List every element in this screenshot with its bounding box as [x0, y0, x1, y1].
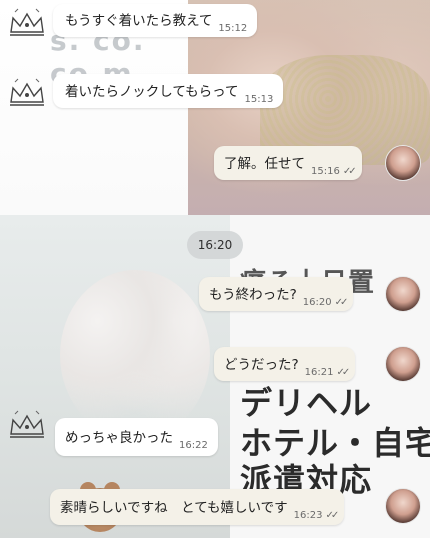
read-check-icon: ✓✓ — [342, 166, 357, 177]
message-text: どうだった? — [224, 357, 299, 373]
message-time: 15:13 — [244, 94, 274, 105]
message-bubble-incoming[interactable]: めっちゃ良かった 16:22 — [55, 418, 218, 456]
date-divider: 16:20 — [187, 231, 243, 259]
message-text: もう終わった? — [209, 287, 297, 303]
message-bubble-outgoing[interactable]: もう終わった? 16:20 ✓✓ — [199, 277, 354, 311]
message-text: 了解。任せて — [224, 156, 305, 172]
message-text: 素晴らしいですね とても嬉しいです — [60, 500, 288, 516]
message-time: 16:20 ✓✓ — [302, 297, 349, 308]
read-check-icon: ✓✓ — [325, 510, 339, 521]
user-avatar[interactable] — [385, 346, 421, 382]
message-bubble-incoming[interactable]: もうすぐ着いたら教えて 15:12 — [53, 4, 258, 37]
message-time: 15:16 ✓✓ — [311, 166, 357, 177]
message-text: もうすぐ着いたら教えて — [65, 13, 213, 29]
user-avatar[interactable] — [385, 276, 421, 312]
message-text: 着いたらノックしてもらって — [65, 84, 239, 100]
background-photo-figure — [60, 270, 210, 440]
message-time: 15:12 — [218, 23, 248, 34]
message-bubble-outgoing[interactable]: 了解。任せて 15:16 ✓✓ — [214, 146, 362, 180]
crown-sketch-avatar-icon[interactable] — [5, 76, 49, 114]
message-time: 16:22 — [179, 440, 208, 451]
user-avatar[interactable] — [385, 488, 421, 524]
crown-sketch-avatar-icon[interactable] — [5, 6, 49, 44]
read-check-icon: ✓✓ — [336, 367, 351, 378]
crown-sketch-avatar-icon[interactable] — [5, 408, 49, 446]
user-avatar[interactable] — [385, 145, 421, 181]
message-bubble-outgoing[interactable]: どうだった? 16:21 ✓✓ — [214, 347, 356, 381]
message-bubble-incoming[interactable]: 着いたらノックしてもらって 15:13 — [53, 74, 284, 108]
message-text: めっちゃ良かった — [65, 430, 173, 446]
message-time: 16:23 ✓✓ — [293, 510, 340, 521]
message-bubble-outgoing[interactable]: 素晴らしいですね とても嬉しいです 16:23 ✓✓ — [50, 489, 345, 525]
message-time: 16:21 ✓✓ — [304, 367, 351, 378]
read-check-icon: ✓✓ — [334, 297, 349, 308]
